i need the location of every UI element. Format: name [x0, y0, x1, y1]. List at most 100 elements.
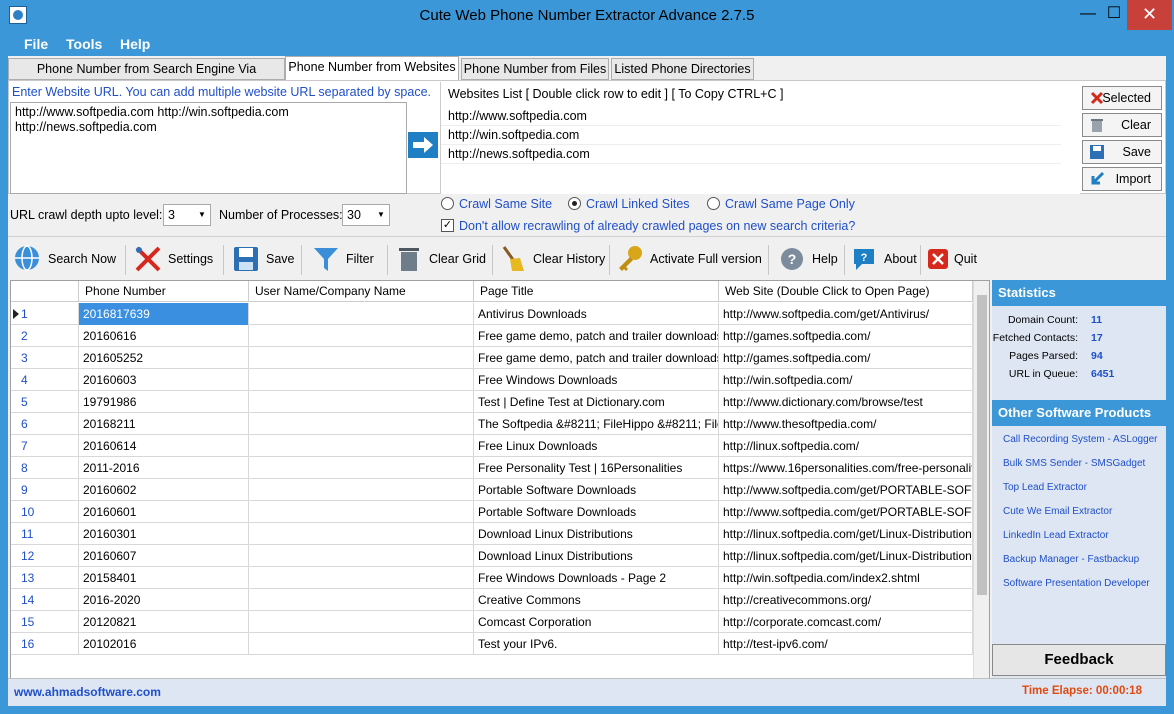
cell-phone[interactable]: 201605252 — [79, 347, 249, 369]
url-input[interactable]: http://www.softpedia.com http://win.soft… — [10, 102, 407, 194]
row-number[interactable]: 16 — [11, 633, 79, 655]
column-header-title[interactable]: Page Title — [474, 281, 719, 302]
delete-selected-button[interactable]: Selected — [1082, 86, 1162, 110]
cell-name[interactable] — [249, 611, 474, 633]
cell-title[interactable]: Download Linux Distributions — [474, 545, 719, 567]
product-link[interactable]: Bulk SMS Sender - SMSGadget — [1003, 458, 1145, 469]
table-row[interactable]: 12 20160607 Download Linux Distributions ht… — [11, 545, 973, 567]
vertical-scrollbar[interactable] — [973, 281, 989, 691]
cell-website[interactable]: http://www.softpedia.com/get/Antivirus/ — [719, 303, 973, 325]
tab-files[interactable]: Phone Number from Files — [461, 58, 609, 80]
table-row[interactable]: 7 20160614 Free Linux Downloads http://linu… — [11, 435, 973, 457]
cell-website[interactable]: http://win.softpedia.com/index2.shtml — [719, 567, 973, 589]
cell-website[interactable]: http://corporate.comcast.com/ — [719, 611, 973, 633]
filter-button[interactable]: Filter — [310, 241, 374, 277]
table-row[interactable]: 6 20168211 The Softpedia &#8211; FileHippo… — [11, 413, 973, 435]
clear-list-button[interactable]: Clear — [1082, 113, 1162, 137]
cell-phone[interactable]: 2016-2020 — [79, 589, 249, 611]
no-recrawl-label[interactable]: Don't allow recrawling of already crawle… — [459, 219, 855, 233]
maximize-button[interactable]: ☐ — [1101, 0, 1127, 30]
cell-title[interactable]: Portable Software Downloads — [474, 479, 719, 501]
row-number[interactable]: 15 — [11, 611, 79, 633]
results-grid[interactable]: Phone Number User Name/Company Name Page… — [10, 280, 990, 706]
cell-name[interactable] — [249, 369, 474, 391]
cell-name[interactable] — [249, 347, 474, 369]
cell-phone[interactable]: 20160614 — [79, 435, 249, 457]
cell-website[interactable]: http://games.softpedia.com/ — [719, 347, 973, 369]
clear-grid-button[interactable]: Clear Grid — [393, 241, 486, 277]
cell-website[interactable]: http://www.dictionary.com/browse/test — [719, 391, 973, 413]
product-link[interactable]: Top Lead Extractor — [1003, 482, 1087, 493]
cell-title[interactable]: The Softpedia &#8211; FileHippo &#8211; … — [474, 413, 719, 435]
table-row[interactable]: 13 20158401 Free Windows Downloads - Page … — [11, 567, 973, 589]
cell-title[interactable]: Comcast Corporation — [474, 611, 719, 633]
save-list-button[interactable]: Save — [1082, 140, 1162, 164]
tab-search-engine[interactable]: Phone Number from Search Engine Via KeyW… — [8, 58, 285, 96]
cell-phone[interactable]: 20160616 — [79, 325, 249, 347]
cell-title[interactable]: Test | Define Test at Dictionary.com — [474, 391, 719, 413]
radio-crawl-same-page[interactable] — [707, 197, 720, 210]
cell-title[interactable]: Free Windows Downloads - Page 2 — [474, 567, 719, 589]
row-number[interactable]: 13 — [11, 567, 79, 589]
table-row[interactable]: 4 20160603 Free Windows Downloads http://wi… — [11, 369, 973, 391]
cell-name[interactable] — [249, 567, 474, 589]
processes-select[interactable]: 30 ▼ — [342, 204, 390, 226]
save-button[interactable]: Save — [230, 241, 295, 277]
column-header-phone[interactable]: Phone Number — [79, 281, 249, 302]
row-number[interactable]: 4 — [11, 369, 79, 391]
cell-website[interactable]: http://linux.softpedia.com/get/Linux-Dis… — [719, 523, 973, 545]
cell-phone[interactable]: 20160603 — [79, 369, 249, 391]
settings-button[interactable]: Settings — [132, 241, 213, 277]
list-item[interactable]: http://www.softpedia.com — [441, 107, 1061, 126]
row-number[interactable]: 2 — [11, 325, 79, 347]
table-row[interactable]: 14 2016-2020 Creative Commons http://creati… — [11, 589, 973, 611]
table-row[interactable]: 10 20160601 Portable Software Downloads htt… — [11, 501, 973, 523]
column-header-name[interactable]: User Name/Company Name — [249, 281, 474, 302]
cell-title[interactable]: Free game demo, patch and trailer downlo… — [474, 325, 719, 347]
depth-select[interactable]: 3 ▼ — [163, 204, 211, 226]
cell-phone[interactable]: 20168211 — [79, 413, 249, 435]
cell-phone[interactable]: 20160602 — [79, 479, 249, 501]
row-number[interactable]: 12 — [11, 545, 79, 567]
clear-history-button[interactable]: Clear History — [497, 241, 605, 277]
row-number[interactable]: 11 — [11, 523, 79, 545]
cell-title[interactable]: Free game demo, patch and trailer downlo… — [474, 347, 719, 369]
cell-website[interactable]: http://games.softpedia.com/ — [719, 325, 973, 347]
table-row[interactable]: 5 19791986 Test | Define Test at Dictionar… — [11, 391, 973, 413]
cell-title[interactable]: Portable Software Downloads — [474, 501, 719, 523]
cell-name[interactable] — [249, 501, 474, 523]
list-item[interactable]: http://win.softpedia.com — [441, 126, 1061, 145]
cell-phone[interactable]: 2016817639 — [79, 303, 249, 325]
minimize-button[interactable]: — — [1075, 0, 1101, 30]
row-number[interactable]: 14 — [11, 589, 79, 611]
cell-name[interactable] — [249, 479, 474, 501]
cell-phone[interactable]: 19791986 — [79, 391, 249, 413]
table-row[interactable]: 11 20160301 Download Linux Distributions ht… — [11, 523, 973, 545]
table-row[interactable]: 16 20102016 Test your IPv6. http://test-ipv… — [11, 633, 973, 655]
cell-website[interactable]: http://linux.softpedia.com/ — [719, 435, 973, 457]
row-number[interactable]: 6 — [11, 413, 79, 435]
cell-name[interactable] — [249, 325, 474, 347]
radio-crawl-linked-sites[interactable] — [568, 197, 581, 210]
cell-website[interactable]: http://www.softpedia.com/get/PORTABLE-SO… — [719, 479, 973, 501]
radio-crawl-linked-sites-label[interactable]: Crawl Linked Sites — [586, 197, 690, 211]
about-button[interactable]: ? About — [848, 241, 917, 277]
import-list-button[interactable]: Import — [1082, 167, 1162, 191]
row-number[interactable]: 3 — [11, 347, 79, 369]
cell-phone[interactable]: 20160607 — [79, 545, 249, 567]
list-item[interactable]: http://news.softpedia.com — [441, 145, 1061, 164]
row-number[interactable]: 10 — [11, 501, 79, 523]
cell-name[interactable] — [249, 523, 474, 545]
radio-crawl-same-site[interactable] — [441, 197, 454, 210]
product-link[interactable]: Call Recording System - ASLogger — [1003, 434, 1158, 445]
column-header-website[interactable]: Web Site (Double Click to Open Page) — [719, 281, 973, 302]
no-recrawl-checkbox[interactable]: ✓ — [441, 219, 454, 232]
table-row[interactable]: 3 201605252 Free game demo, patch and trai… — [11, 347, 973, 369]
radio-crawl-same-page-label[interactable]: Crawl Same Page Only — [725, 197, 855, 211]
close-button[interactable]: ✕ — [1127, 0, 1172, 30]
menu-file[interactable]: File — [24, 32, 48, 56]
row-number[interactable]: 9 — [11, 479, 79, 501]
product-link[interactable]: LinkedIn Lead Extractor — [1003, 530, 1109, 541]
cell-phone[interactable]: 20160601 — [79, 501, 249, 523]
row-number[interactable]: 7 — [11, 435, 79, 457]
